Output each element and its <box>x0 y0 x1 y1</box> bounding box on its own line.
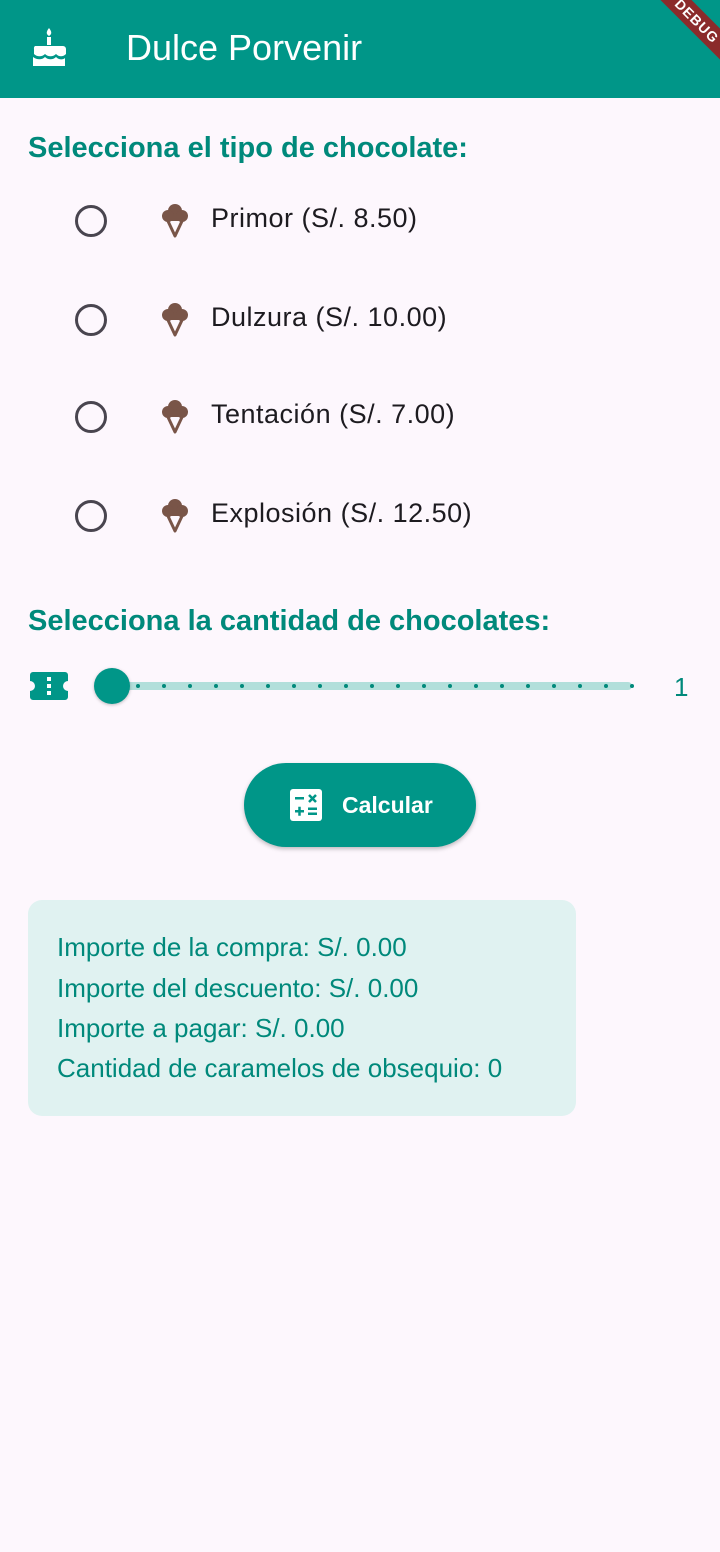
radio-button[interactable] <box>75 401 107 433</box>
slider-tick <box>370 684 374 688</box>
quantity-section-title: Selecciona la cantidad de chocolates: <box>28 605 551 637</box>
radio-option-primor[interactable]: Primor (S/. 8.50) <box>0 192 720 252</box>
slider-thumb[interactable] <box>94 668 130 704</box>
quantity-slider[interactable] <box>94 668 636 704</box>
slider-tick <box>630 684 634 688</box>
cake-icon <box>33 28 66 66</box>
radio-option-tentacion[interactable]: Tentación (S/. 7.00) <box>0 388 720 448</box>
slider-tick <box>162 684 166 688</box>
slider-tick <box>292 684 296 688</box>
slider-tick <box>266 684 270 688</box>
slider-tick <box>578 684 582 688</box>
slider-tick <box>240 684 244 688</box>
radio-button[interactable] <box>75 500 107 532</box>
radio-option-explosion[interactable]: Explosión (S/. 12.50) <box>0 487 720 547</box>
option-label: Explosión (S/. 12.50) <box>211 498 473 528</box>
radio-button[interactable] <box>75 304 107 336</box>
slider-tick <box>136 684 140 688</box>
slider-tick <box>188 684 192 688</box>
calculate-icon <box>290 789 322 821</box>
option-label: Tentación (S/. 7.00) <box>211 399 456 429</box>
radio-option-dulzura[interactable]: Dulzura (S/. 10.00) <box>0 291 720 351</box>
slider-tick <box>344 684 348 688</box>
option-label: Primor (S/. 8.50) <box>211 203 418 233</box>
amount-to-pay: Importe a pagar: S/. 0.00 <box>57 1013 345 1043</box>
app-bar: Dulce Porvenir DEBUG <box>0 0 720 98</box>
slider-tick <box>422 684 426 688</box>
gift-candies-count: Cantidad de caramelos de obsequio: 0 <box>57 1053 503 1083</box>
purchase-amount: Importe de la compra: S/. 0.00 <box>57 932 407 962</box>
ticket-icon <box>30 672 68 700</box>
app-title: Dulce Porvenir <box>126 27 363 68</box>
chocolate-section-title: Selecciona el tipo de chocolate: <box>28 132 468 164</box>
debug-banner: DEBUG <box>636 0 720 82</box>
ice-cream-icon <box>162 204 188 238</box>
slider-tick <box>604 684 608 688</box>
slider-tick <box>214 684 218 688</box>
slider-tick <box>526 684 530 688</box>
slider-tick <box>552 684 556 688</box>
slider-tick <box>474 684 478 688</box>
results-card: Importe de la compra: S/. 0.00 Importe d… <box>28 900 576 1116</box>
slider-tick <box>396 684 400 688</box>
radio-button[interactable] <box>75 205 107 237</box>
ice-cream-icon <box>162 400 188 434</box>
slider-tick <box>500 684 504 688</box>
slider-tick <box>448 684 452 688</box>
discount-amount: Importe del descuento: S/. 0.00 <box>57 973 419 1003</box>
ice-cream-icon <box>162 499 188 533</box>
slider-tick <box>318 684 322 688</box>
quantity-value: 1 <box>674 672 689 702</box>
option-label: Dulzura (S/. 10.00) <box>211 302 448 332</box>
calculate-button[interactable]: Calcular <box>244 763 476 847</box>
ice-cream-icon <box>162 303 188 337</box>
calculate-button-label: Calcular <box>342 792 433 818</box>
